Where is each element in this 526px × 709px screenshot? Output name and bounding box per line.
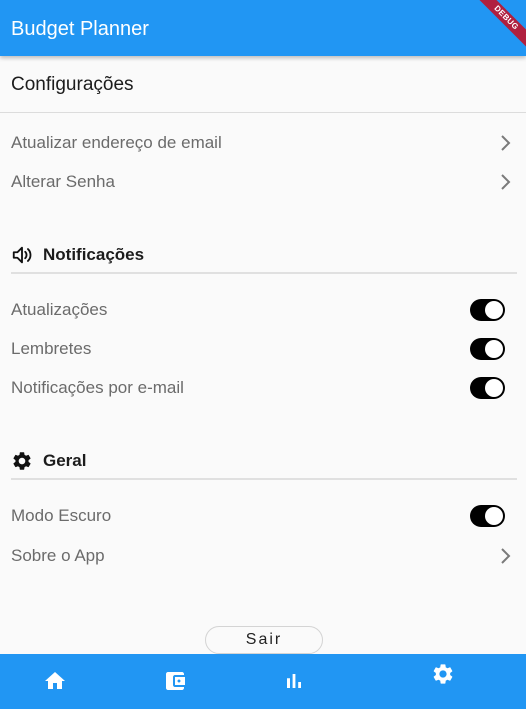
email-notifications-toggle[interactable]: [470, 377, 505, 399]
about-app-item[interactable]: Sobre o App: [0, 538, 526, 574]
change-password-item[interactable]: Alterar Senha: [0, 164, 526, 200]
home-icon: [45, 672, 65, 689]
settings-icon: [433, 664, 453, 684]
logout-button[interactable]: Sair: [205, 626, 323, 654]
toggle-knob: [485, 379, 503, 397]
reminders-label: Lembretes: [11, 339, 92, 358]
update-email-item[interactable]: Atualizar endereço de email: [0, 125, 526, 161]
updates-toggle[interactable]: [470, 299, 505, 321]
reminders-toggle[interactable]: [470, 338, 505, 360]
app-bar: Budget Planner: [0, 0, 526, 56]
chevron-right-icon: [501, 548, 511, 564]
nav-settings[interactable]: [423, 654, 463, 694]
chevron-right-icon: [501, 174, 511, 190]
toggle-knob: [485, 340, 503, 358]
general-divider: [11, 478, 517, 480]
chevron-right-icon: [501, 135, 511, 151]
email-notifications-toggle-row: Notificações por e-mail: [0, 370, 526, 406]
page-title: Configurações: [11, 74, 134, 95]
update-email-label: Atualizar endereço de email: [11, 133, 222, 152]
notifications-divider: [11, 272, 517, 274]
updates-label: Atualizações: [11, 300, 108, 319]
gear-icon: [13, 452, 31, 470]
notifications-title: Notificações: [43, 245, 145, 264]
updates-toggle-row: Atualizações: [0, 292, 526, 328]
about-app-label: Sobre o App: [11, 546, 105, 565]
change-password-label: Alterar Senha: [11, 172, 115, 191]
nav-wallet[interactable]: [155, 661, 195, 701]
debug-label: DEBUG: [472, 0, 526, 52]
debug-banner: DEBUG: [466, 0, 526, 60]
toggle-knob: [485, 301, 503, 319]
general-section-header: Geral: [0, 449, 526, 473]
email-notifications-label: Notificações por e-mail: [11, 378, 184, 397]
bottom-navigation: [0, 654, 526, 709]
reminders-toggle-row: Lembretes: [0, 331, 526, 367]
toggle-knob: [485, 507, 503, 525]
bar-chart-icon: [287, 674, 301, 688]
nav-home[interactable]: [35, 661, 75, 701]
nav-stats[interactable]: [274, 661, 314, 701]
general-title: Geral: [43, 451, 87, 470]
notifications-section-header: Notificações: [0, 243, 526, 267]
dark-mode-toggle[interactable]: [470, 505, 505, 527]
app-title: Budget Planner: [11, 18, 149, 40]
dark-mode-label: Modo Escuro: [11, 506, 112, 525]
volume-icon: [12, 246, 32, 264]
heading-divider: [0, 112, 526, 113]
wallet-icon: [166, 672, 185, 690]
dark-mode-toggle-row: Modo Escuro: [0, 498, 526, 534]
